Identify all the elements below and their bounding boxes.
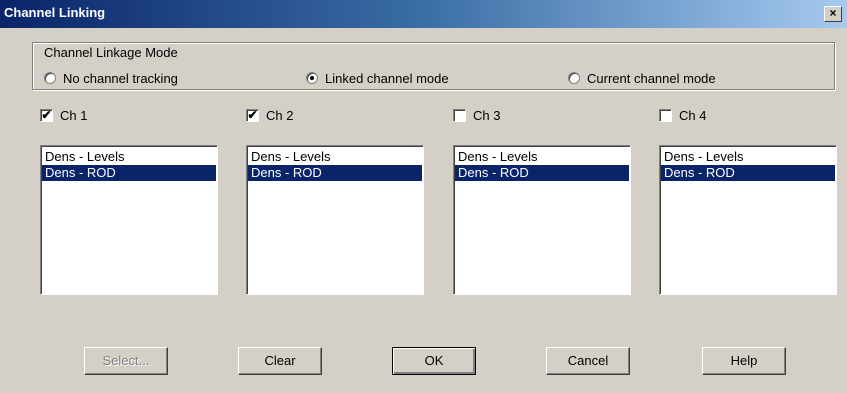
list-item-selected[interactable]: Dens - ROD <box>42 165 216 181</box>
list-item-selected[interactable]: Dens - ROD <box>248 165 422 181</box>
radio-label: Current channel mode <box>587 70 716 86</box>
checkbox-label: Ch 2 <box>266 107 294 123</box>
select-button[interactable]: Select... <box>84 347 168 375</box>
radio-linked-channel-mode[interactable]: Linked channel mode <box>306 70 449 86</box>
checkbox-label: Ch 1 <box>60 107 88 123</box>
checkbox-checked-icon[interactable]: ✔ <box>40 108 53 122</box>
checkbox-ch2[interactable]: ✔ Ch 2 <box>246 107 293 123</box>
radio-button-icon[interactable] <box>44 72 56 84</box>
listbox-ch4[interactable]: Dens - Levels Dens - ROD <box>659 145 837 295</box>
list-item-selected[interactable]: Dens - ROD <box>661 165 835 181</box>
checkbox-ch4[interactable]: Ch 4 <box>659 107 706 123</box>
radio-no-channel-tracking[interactable]: No channel tracking <box>44 70 178 86</box>
checkbox-label: Ch 3 <box>473 107 501 123</box>
checkbox-ch1[interactable]: ✔ Ch 1 <box>40 107 87 123</box>
list-item[interactable]: Dens - Levels <box>661 149 835 165</box>
title-bar: Channel Linking × <box>0 0 847 28</box>
list-item[interactable]: Dens - Levels <box>248 149 422 165</box>
listbox-ch1[interactable]: Dens - Levels Dens - ROD <box>40 145 218 295</box>
list-item-selected[interactable]: Dens - ROD <box>455 165 629 181</box>
radio-label: No channel tracking <box>63 70 178 86</box>
clear-button[interactable]: Clear <box>238 347 322 375</box>
checkbox-label: Ch 4 <box>679 107 707 123</box>
listbox-ch3[interactable]: Dens - Levels Dens - ROD <box>453 145 631 295</box>
radio-current-channel-mode[interactable]: Current channel mode <box>568 70 716 86</box>
cancel-button[interactable]: Cancel <box>546 347 630 375</box>
listbox-ch2[interactable]: Dens - Levels Dens - ROD <box>246 145 424 295</box>
window-title: Channel Linking <box>4 5 106 20</box>
ok-button[interactable]: OK <box>392 347 476 375</box>
checkbox-ch3[interactable]: Ch 3 <box>453 107 500 123</box>
close-icon: × <box>829 6 837 20</box>
checkbox-checked-icon[interactable]: ✔ <box>246 108 259 122</box>
list-item[interactable]: Dens - Levels <box>455 149 629 165</box>
channel-linkage-mode-label: Channel Linkage Mode <box>42 45 180 60</box>
radio-button-selected-icon[interactable] <box>306 72 318 84</box>
checkbox-unchecked-icon[interactable] <box>659 108 672 122</box>
radio-label: Linked channel mode <box>325 70 449 86</box>
close-button[interactable]: × <box>824 6 842 22</box>
radio-button-icon[interactable] <box>568 72 580 84</box>
list-item[interactable]: Dens - Levels <box>42 149 216 165</box>
help-button[interactable]: Help <box>702 347 786 375</box>
checkbox-unchecked-icon[interactable] <box>453 108 466 122</box>
